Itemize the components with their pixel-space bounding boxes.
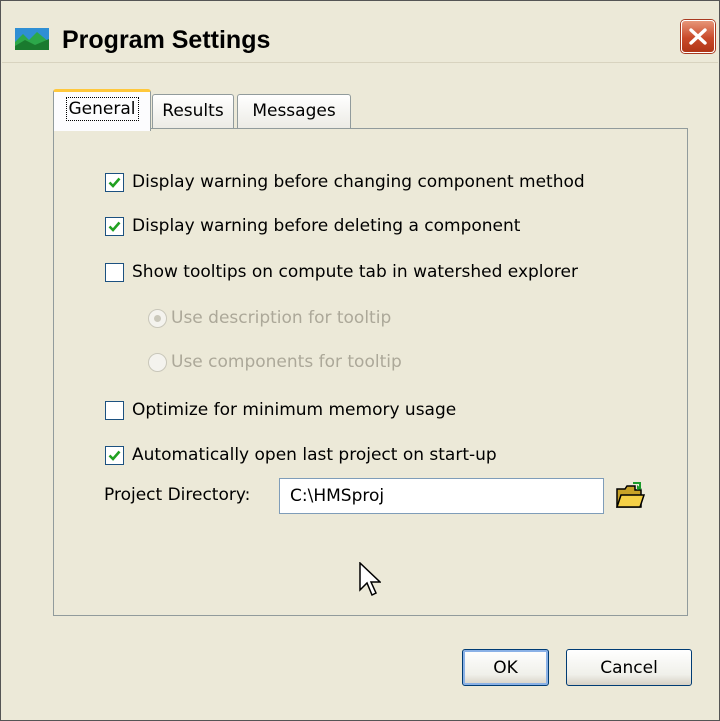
radio-use-description[interactable]: Use description for tooltip — [148, 305, 391, 331]
program-settings-dialog: Program Settings General Results Message… — [0, 0, 720, 721]
project-directory-input[interactable] — [279, 478, 604, 514]
checkbox-optimize-memory[interactable] — [105, 400, 124, 420]
checkbox-warn-delete-component[interactable] — [105, 216, 124, 236]
tab-messages[interactable]: Messages — [237, 94, 351, 128]
radio-button-use-components[interactable] — [148, 352, 167, 372]
tab-messages-label: Messages — [252, 101, 336, 121]
checkmark-icon — [108, 177, 121, 188]
general-tab-panel: Display warning before changing componen… — [53, 128, 688, 616]
tab-results-label: Results — [162, 101, 224, 121]
option-warn-change-method[interactable]: Display warning before changing componen… — [105, 169, 585, 195]
radio-label: Use description for tooltip — [171, 308, 392, 328]
radio-use-components[interactable]: Use components for tooltip — [148, 349, 402, 375]
window-title: Program Settings — [62, 26, 271, 54]
tab-general-label: General — [65, 97, 139, 121]
option-label: Optimize for minimum memory usage — [132, 400, 457, 420]
radio-button-use-description[interactable] — [148, 308, 167, 328]
title-bar[interactable]: Program Settings — [2, 2, 718, 63]
close-icon — [689, 28, 707, 45]
ok-button[interactable]: OK — [462, 649, 549, 686]
option-optimize-memory[interactable]: Optimize for minimum memory usage — [105, 397, 456, 423]
tab-general[interactable]: General — [53, 89, 151, 131]
checkbox-show-tooltips[interactable] — [105, 262, 124, 282]
cancel-button[interactable]: Cancel — [566, 649, 692, 686]
checkbox-warn-change-method[interactable] — [105, 172, 124, 192]
close-button[interactable] — [681, 20, 715, 53]
option-show-tooltips[interactable]: Show tooltips on compute tab in watershe… — [105, 259, 578, 285]
option-label: Display warning before changing componen… — [132, 172, 585, 192]
checkmark-icon — [108, 221, 121, 232]
option-auto-open-last-project[interactable]: Automatically open last project on start… — [105, 442, 497, 468]
tab-results[interactable]: Results — [152, 94, 234, 128]
checkmark-icon — [108, 450, 121, 461]
project-directory-label: Project Directory: — [104, 485, 251, 505]
radio-label: Use components for tooltip — [171, 352, 402, 372]
option-label: Display warning before deleting a compon… — [132, 216, 521, 236]
landscape-icon — [15, 28, 49, 50]
option-label: Automatically open last project on start… — [132, 445, 497, 465]
option-label: Show tooltips on compute tab in watershe… — [132, 262, 578, 282]
option-warn-delete-component[interactable]: Display warning before deleting a compon… — [105, 213, 520, 239]
checkbox-auto-open-last-project[interactable] — [105, 445, 124, 465]
folder-open-icon[interactable] — [615, 481, 645, 511]
mouse-cursor-icon — [359, 562, 381, 597]
